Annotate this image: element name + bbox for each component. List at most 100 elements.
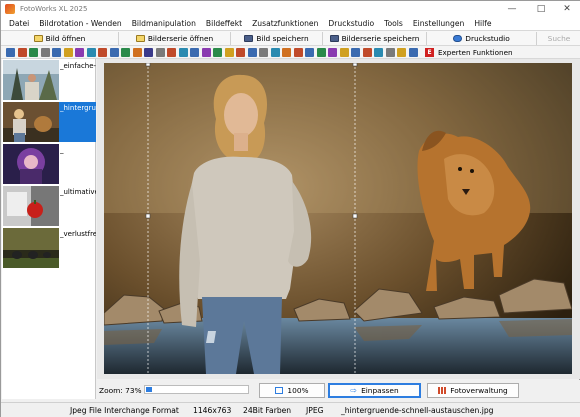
color-tool-icon[interactable] (121, 48, 130, 57)
flip-tool-icon[interactable] (52, 48, 61, 57)
rotate-left-tool-icon[interactable] (29, 48, 38, 57)
menu-hilfe[interactable]: Hilfe (469, 19, 496, 28)
app-logo-icon (5, 4, 15, 14)
floppy-disk-icon (244, 35, 254, 42)
mirror-tool-icon[interactable] (213, 48, 222, 57)
thumbnail-item[interactable]: _ultimative (3, 186, 96, 226)
mask-tool-icon[interactable] (362, 48, 372, 57)
menu-druckstudio[interactable]: Druckstudio (323, 19, 379, 28)
stack-tool-icon[interactable] (385, 48, 395, 57)
red-eye-tool-icon[interactable] (247, 48, 257, 57)
stamp-tool-icon[interactable] (282, 48, 291, 57)
frame-tool-icon[interactable] (86, 48, 96, 57)
menu-tools[interactable]: Tools (379, 19, 408, 28)
search-button[interactable]: Suche (537, 32, 580, 45)
sepia-tool-icon[interactable] (178, 48, 188, 57)
tint-tool-icon[interactable] (316, 48, 326, 57)
sharpen-tool-icon[interactable] (155, 48, 165, 57)
resize-tool-icon[interactable] (75, 48, 84, 57)
zoom-100-button[interactable]: 100% (259, 383, 325, 398)
star-tool-icon[interactable] (374, 48, 383, 57)
save-series-button[interactable]: Bilderserie speichern (323, 32, 427, 45)
noise-tool-icon[interactable] (328, 48, 337, 57)
blur-tool-icon[interactable] (167, 48, 176, 57)
thumbnail-label: _ (60, 146, 64, 154)
minimize-icon[interactable]: — (498, 1, 526, 17)
emboss-tool-icon[interactable] (339, 48, 349, 57)
selection-handle[interactable] (145, 63, 151, 67)
rotate-right-tool-icon[interactable] (40, 48, 50, 57)
close-icon[interactable]: ✕ (553, 1, 580, 17)
print-studio-button[interactable]: Druckstudio (427, 32, 537, 45)
menu-bildrotation[interactable]: Bildrotation - Wenden (34, 19, 126, 28)
status-type: JPEG (306, 406, 324, 415)
grayscale-tool-icon[interactable] (190, 48, 199, 57)
grid-icon (438, 387, 447, 394)
brush-tool-icon[interactable] (109, 48, 119, 57)
expert-functions-button[interactable]: E Experten Funktionen (425, 47, 513, 58)
status-colors: 24Bit Farben (243, 406, 292, 415)
selection-handle[interactable] (145, 213, 151, 219)
thumbnail-image (3, 228, 59, 268)
thumbnail-item[interactable]: _verlustfre (3, 228, 96, 268)
thumbnail-item[interactable]: _ (3, 144, 96, 184)
thumbnail-image (3, 102, 59, 142)
thumbnail-image (3, 144, 59, 184)
info-tool-icon[interactable] (408, 48, 418, 57)
thumbnail-item[interactable]: _einfache- (3, 60, 96, 100)
status-format: Jpeg File Interchange Format (70, 406, 179, 415)
fit-button[interactable]: ⇨ Einpassen (328, 383, 421, 398)
expert-e-icon: E (425, 48, 434, 57)
zoom-slider[interactable] (144, 385, 249, 394)
filter-tool-icon[interactable] (305, 48, 314, 57)
save-image-label: Bild speichern (256, 34, 309, 43)
selection-handle[interactable] (352, 213, 358, 219)
search-label: Suche (547, 34, 571, 43)
open-image-button[interactable]: Bild öffnen (1, 32, 119, 45)
collage-tool-icon[interactable] (259, 48, 268, 57)
thumbnail-label: _einfache- (60, 62, 96, 70)
zoom-bar: Zoom: 73% 100% ⇨ Einpassen Fotoverwaltun… (97, 380, 580, 402)
menu-bildeffekt[interactable]: Bildeffekt (201, 19, 247, 28)
thumbnail-image (3, 186, 59, 226)
redo-tool-icon[interactable] (17, 48, 27, 57)
text-tool-icon[interactable] (98, 48, 107, 57)
maximize-icon[interactable]: □ (527, 1, 555, 17)
menu-bar: Datei Bildrotation - Wenden Bildmanipula… (1, 17, 580, 30)
zoom-100-icon (275, 387, 284, 394)
bright-tool-icon[interactable] (144, 48, 153, 57)
vignette-tool-icon[interactable] (201, 48, 211, 57)
menu-zusatzfunktionen[interactable]: Zusatzfunktionen (247, 19, 323, 28)
thumbnail-label: _hintergrue (60, 104, 96, 112)
fit-label: Einpassen (361, 386, 399, 395)
shadow-tool-icon[interactable] (224, 48, 234, 57)
menu-bildmanipulation[interactable]: Bildmanipulation (127, 19, 201, 28)
menu-datei[interactable]: Datei (4, 19, 34, 28)
title-bar: FotoWorks XL 2025 — □ ✕ (1, 1, 580, 17)
thumbnail-panel: _einfache- _hintergrue _ (2, 59, 96, 399)
selection-handle[interactable] (352, 63, 358, 67)
menu-einstellungen[interactable]: Einstellungen (408, 19, 469, 28)
expert-functions-label: Experten Funktionen (438, 48, 513, 57)
effect-tool-icon[interactable] (351, 48, 360, 57)
undo-tool-icon[interactable] (6, 48, 15, 57)
clone-tool-icon[interactable] (293, 48, 303, 57)
status-bar: Jpeg File Interchange Format 1146x763 24… (1, 402, 580, 417)
crop-tool-icon[interactable] (63, 48, 73, 57)
folder-icon (135, 35, 145, 42)
mosaic-tool-icon[interactable] (270, 48, 280, 57)
print-studio-label: Druckstudio (465, 34, 510, 43)
save-image-button[interactable]: Bild speichern (231, 32, 323, 45)
zoom-label: Zoom: 73% (99, 386, 142, 395)
zoom-100-label: 100% (287, 386, 309, 395)
main-toolbar: Bild öffnen Bilderserie öffnen Bild spei… (1, 30, 580, 46)
open-series-button[interactable]: Bilderserie öffnen (119, 32, 231, 45)
hand-tool-icon[interactable] (397, 48, 406, 57)
contrast-tool-icon[interactable] (132, 48, 142, 57)
border-tool-icon[interactable] (236, 48, 245, 57)
folder-icon (33, 35, 43, 42)
app-window: FotoWorks XL 2025 — □ ✕ Datei Bildrotati… (0, 0, 580, 417)
thumbnail-item-selected[interactable]: _hintergrue (3, 102, 96, 142)
main-photo[interactable] (104, 63, 572, 374)
photo-manager-button[interactable]: Fotoverwaltung (427, 383, 519, 398)
